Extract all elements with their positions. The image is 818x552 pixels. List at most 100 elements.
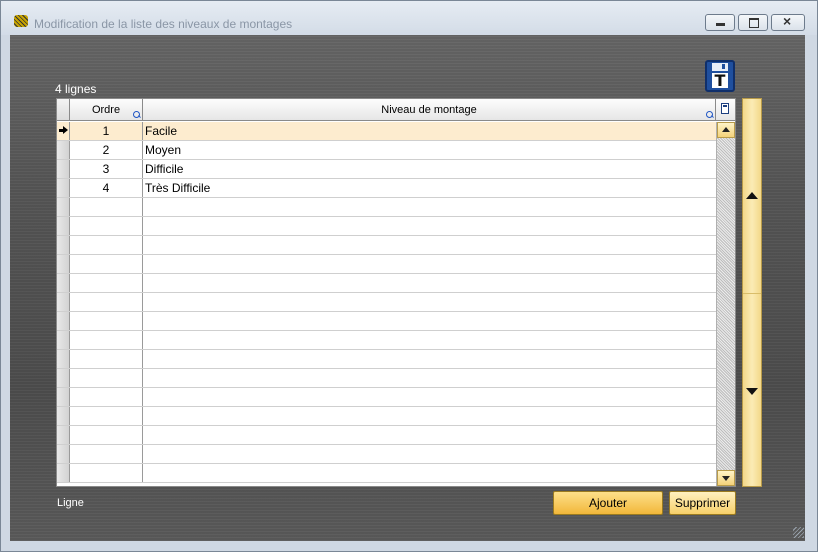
row-selector[interactable] — [57, 198, 70, 216]
niveau-cell[interactable] — [144, 255, 715, 273]
ordre-cell[interactable] — [70, 217, 143, 235]
niveau-cell[interactable]: Facile — [144, 122, 715, 140]
ordre-cell[interactable] — [70, 236, 143, 254]
niveau-cell[interactable] — [144, 331, 715, 349]
row-selector[interactable] — [57, 350, 70, 368]
table-row[interactable] — [57, 236, 716, 255]
table-scrollbar[interactable] — [716, 122, 735, 486]
column-chooser-button[interactable] — [716, 99, 735, 121]
table-row[interactable] — [57, 350, 716, 369]
add-button[interactable]: Ajouter — [553, 491, 663, 515]
row-selector[interactable] — [57, 426, 70, 444]
niveau-cell[interactable] — [144, 407, 715, 425]
row-selector[interactable] — [57, 160, 70, 178]
table-row[interactable] — [57, 274, 716, 293]
delete-button[interactable]: Supprimer — [669, 491, 736, 515]
niveau-cell[interactable]: Très Difficile — [144, 179, 715, 197]
niveau-cell[interactable] — [144, 217, 715, 235]
arrow-up-icon[interactable] — [746, 192, 758, 199]
ordre-cell[interactable]: 1 — [70, 122, 143, 140]
ordre-cell[interactable] — [70, 331, 143, 349]
niveau-cell[interactable] — [144, 312, 715, 330]
niveau-cell[interactable] — [144, 369, 715, 387]
table-row[interactable] — [57, 445, 716, 464]
table-row[interactable] — [57, 312, 716, 331]
header-row-selector — [57, 99, 70, 121]
niveau-cell[interactable] — [144, 464, 715, 482]
column-header-label: Ordre — [91, 104, 121, 116]
ordre-cell[interactable] — [70, 464, 143, 482]
scroll-down-button[interactable] — [717, 470, 735, 486]
ordre-cell[interactable] — [70, 312, 143, 330]
ordre-cell[interactable] — [70, 255, 143, 273]
row-selector[interactable] — [57, 141, 70, 159]
search-icon[interactable] — [133, 111, 141, 119]
maximize-button[interactable] — [738, 14, 768, 31]
ordre-cell[interactable] — [70, 274, 143, 292]
ordre-cell[interactable] — [70, 407, 143, 425]
ordre-cell[interactable]: 2 — [70, 141, 143, 159]
arrow-down-icon[interactable] — [746, 388, 758, 395]
ordre-cell[interactable] — [70, 445, 143, 463]
chevron-up-icon — [722, 127, 730, 132]
minimize-button[interactable] — [705, 14, 735, 31]
niveau-cell[interactable]: Moyen — [144, 141, 715, 159]
row-selector[interactable] — [57, 369, 70, 387]
resize-grip-icon[interactable] — [793, 527, 804, 538]
app-icon — [14, 15, 28, 27]
ordre-cell[interactable] — [70, 426, 143, 444]
table-row[interactable]: 1 Facile — [57, 122, 716, 141]
table-row[interactable] — [57, 255, 716, 274]
niveau-cell[interactable] — [144, 236, 715, 254]
ordre-cell[interactable] — [70, 293, 143, 311]
table-row[interactable] — [57, 407, 716, 426]
niveau-cell[interactable] — [144, 350, 715, 368]
row-selector[interactable] — [57, 464, 70, 482]
ordre-cell[interactable] — [70, 350, 143, 368]
column-header-niveau[interactable]: Niveau de montage — [143, 99, 716, 121]
row-selector[interactable] — [57, 388, 70, 406]
ordre-cell[interactable] — [70, 369, 143, 387]
table-row[interactable] — [57, 426, 716, 445]
table-row[interactable] — [57, 217, 716, 236]
table-row[interactable] — [57, 198, 716, 217]
floppy-disk-icon[interactable]: T — [705, 60, 735, 92]
row-selector[interactable] — [57, 274, 70, 292]
row-selector[interactable] — [57, 217, 70, 235]
niveau-cell[interactable] — [144, 426, 715, 444]
search-icon[interactable] — [706, 111, 714, 119]
table-row[interactable] — [57, 464, 716, 483]
row-selector[interactable] — [57, 122, 70, 140]
scroll-up-button[interactable] — [717, 122, 735, 138]
ordre-cell[interactable]: 3 — [70, 160, 143, 178]
niveau-cell[interactable]: Difficile — [144, 160, 715, 178]
ordre-cell[interactable]: 4 — [70, 179, 143, 197]
ordre-cell[interactable] — [70, 388, 143, 406]
column-header-ordre[interactable]: Ordre — [70, 99, 143, 121]
table-row[interactable] — [57, 369, 716, 388]
row-selector[interactable] — [57, 179, 70, 197]
table-row[interactable]: 2 Moyen — [57, 141, 716, 160]
niveau-cell[interactable] — [144, 388, 715, 406]
table-row[interactable] — [57, 388, 716, 407]
row-selector[interactable] — [57, 331, 70, 349]
table-row[interactable] — [57, 293, 716, 312]
row-selector[interactable] — [57, 312, 70, 330]
table-row[interactable] — [57, 331, 716, 350]
row-selector[interactable] — [57, 293, 70, 311]
row-selector[interactable] — [57, 255, 70, 273]
row-selector[interactable] — [57, 445, 70, 463]
niveau-cell[interactable] — [144, 198, 715, 216]
niveau-cell[interactable] — [144, 293, 715, 311]
close-button[interactable]: × — [771, 13, 805, 31]
ordre-cell[interactable] — [70, 198, 143, 216]
row-selector[interactable] — [57, 236, 70, 254]
table-row[interactable]: 4 Très Difficile — [57, 179, 716, 198]
maximize-icon — [749, 18, 759, 28]
dialog-window: Modification de la liste des niveaux de … — [0, 0, 818, 552]
niveau-cell[interactable] — [144, 274, 715, 292]
row-selector[interactable] — [57, 407, 70, 425]
table-row[interactable]: 3 Difficile — [57, 160, 716, 179]
minimize-icon — [716, 23, 725, 26]
niveau-cell[interactable] — [144, 445, 715, 463]
